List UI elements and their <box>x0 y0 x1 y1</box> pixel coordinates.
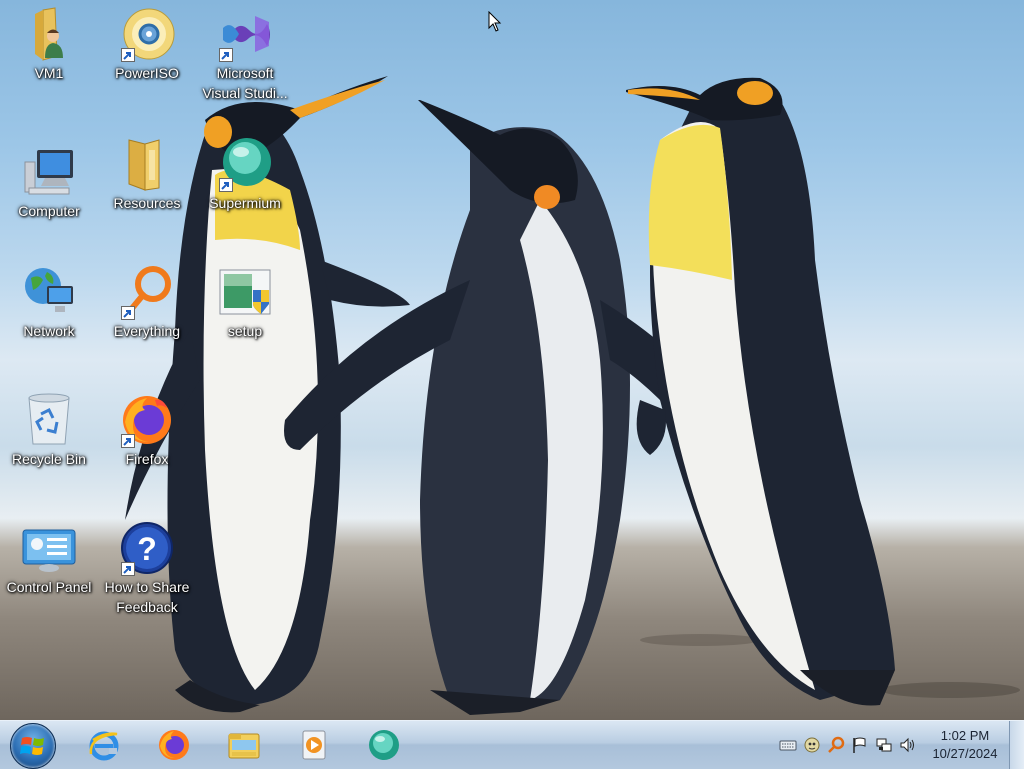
desktop-icon-control-panel[interactable]: Control Panel <box>1 520 97 597</box>
shortcut-arrow-icon <box>219 48 233 62</box>
desktop-icon-label: Everything <box>113 323 181 339</box>
desktop-icon-label: Computer <box>18 203 80 219</box>
internet-explorer-icon <box>89 731 119 761</box>
desktop-icon-label: Microsoft Visual Studi... <box>202 65 288 101</box>
desktop-icon-recycle-bin[interactable]: Recycle Bin <box>1 392 97 469</box>
desktop-icon-supermium[interactable]: Supermium <box>197 136 293 213</box>
taskbar: 1:02 PM 10/27/2024 <box>0 720 1024 769</box>
desktop-icon-vm1[interactable]: VM1 <box>1 6 97 83</box>
recycle-bin-icon <box>28 393 70 445</box>
network-icon <box>876 738 892 752</box>
desktop-icon-firefox[interactable]: Firefox <box>99 392 195 469</box>
tray-search-tool[interactable] <box>826 735 846 755</box>
shortcut-arrow-icon <box>121 434 135 448</box>
user-folder-icon <box>35 7 63 61</box>
action-center-flag-icon <box>853 737 866 753</box>
taskbar-firefox[interactable] <box>148 723 200 767</box>
desktop-icon-label: Control Panel <box>6 579 92 595</box>
clock[interactable]: 1:02 PM 10/27/2024 <box>926 727 1004 763</box>
taskbar-windows-explorer[interactable] <box>218 723 270 767</box>
shortcut-arrow-icon <box>219 178 233 192</box>
supermium-browser-icon <box>369 730 399 760</box>
desktop-icon-label: Recycle Bin <box>12 451 86 467</box>
file-explorer-icon <box>228 733 260 759</box>
desktop-icon-label: setup <box>227 323 263 339</box>
svg-text:?: ? <box>137 531 157 567</box>
desktop-icon-visual-studio[interactable]: Microsoft Visual Studi... <box>197 6 293 103</box>
tray-usb-drive[interactable] <box>802 735 822 755</box>
shortcut-arrow-icon <box>121 306 135 320</box>
volume-icon <box>900 737 914 753</box>
desktop-icon-label: Resources <box>113 195 181 211</box>
computer-icon <box>24 150 73 195</box>
search-tool-icon <box>828 736 845 753</box>
taskbar-internet-explorer[interactable] <box>78 723 130 767</box>
start-button[interactable] <box>10 723 56 769</box>
usb-drive-icon <box>804 737 820 753</box>
desktop-icon-everything[interactable]: Everything <box>99 264 195 341</box>
taskbar-media-player[interactable] <box>288 723 340 767</box>
tray-keyboard[interactable] <box>778 735 798 755</box>
desktop-icon-label: PowerISO <box>115 65 179 81</box>
firefox-icon <box>159 730 189 760</box>
keyboard-icon <box>779 740 797 751</box>
tray-network[interactable] <box>874 735 894 755</box>
clock-time: 1:02 PM <box>940 728 990 743</box>
desktop-icon-label: How to Share Feedback <box>104 579 190 615</box>
desktop-icon-network[interactable]: Network <box>1 264 97 341</box>
desktop-icon-poweriso[interactable]: PowerISO <box>99 6 195 83</box>
folder-icon <box>128 139 160 191</box>
windows-start-orb-icon <box>20 737 44 755</box>
mouse-pointer-icon <box>488 11 502 32</box>
shortcut-arrow-icon <box>121 562 135 576</box>
taskbar-supermium[interactable] <box>358 723 410 767</box>
show-desktop-button[interactable] <box>1009 721 1024 769</box>
desktop-icon-computer[interactable]: Computer <box>1 144 97 221</box>
desktop-icon-label: VM1 <box>34 65 64 81</box>
network-globe-icon <box>25 268 73 312</box>
setup-installer-icon <box>219 269 271 315</box>
media-player-icon <box>302 730 326 760</box>
control-panel-icon <box>22 529 76 572</box>
desktop-icon-label: Supermium <box>209 195 281 211</box>
tray-volume[interactable] <box>898 735 918 755</box>
shortcut-arrow-icon <box>121 48 135 62</box>
desktop-icon-setup[interactable]: setup <box>197 264 293 341</box>
desktop-icon-resources[interactable]: Resources <box>99 136 195 213</box>
system-tray: 1:02 PM 10/27/2024 <box>776 721 1004 769</box>
desktop-icon-label: Network <box>23 323 75 339</box>
tray-action-center[interactable] <box>850 735 870 755</box>
clock-date: 10/27/2024 <box>932 746 998 761</box>
desktop-icon-how-to-share-feedback[interactable]: ? How to Share Feedback <box>99 520 195 617</box>
desktop-icon-label: Firefox <box>125 451 169 467</box>
